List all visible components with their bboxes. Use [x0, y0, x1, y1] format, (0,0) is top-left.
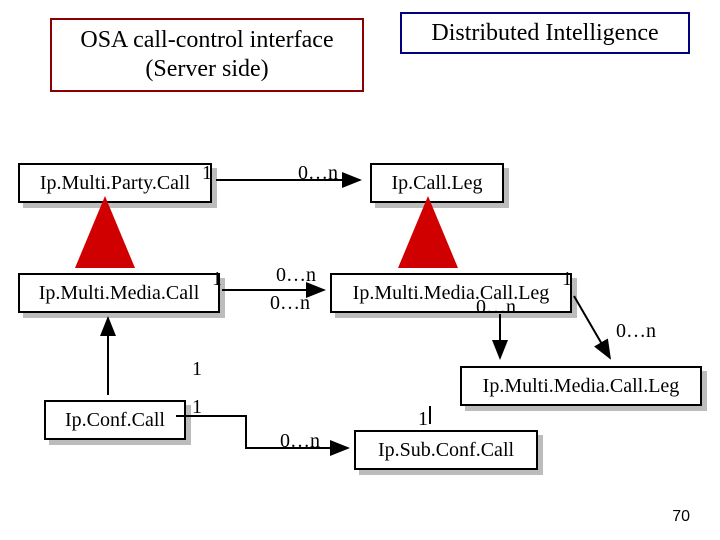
mult-mmc-one: 1: [212, 268, 222, 291]
mult-mmcl-one: 1: [562, 268, 572, 291]
mult-conf-up-one: 1: [192, 358, 202, 381]
mult-mmcl2-zn: 0…n: [616, 320, 656, 343]
class-ip-multimedia-call-leg: Ip.Multi.Media.Call.Leg: [330, 273, 572, 313]
mult-mmcl-down-zn: 0…n: [476, 296, 516, 319]
mult-mmcl-zn-bot: 0…n: [270, 292, 310, 315]
class-ip-multimedia-call: Ip.Multi.Media.Call: [18, 273, 220, 313]
class-ip-multiparty-call: Ip.Multi.Party.Call: [18, 163, 212, 203]
title-left-line2: (Server side): [145, 55, 268, 84]
mult-mpc-one: 1: [202, 162, 212, 185]
class-ip-call-leg: Ip.Call.Leg: [370, 163, 504, 203]
mult-mmcl-zn-top: 0…n: [276, 264, 316, 287]
mult-subconf-one: 1: [418, 408, 428, 431]
class-ip-conf-call: Ip.Conf.Call: [44, 400, 186, 440]
mult-calleg-zn: 0…n: [298, 162, 338, 185]
class-ip-multimedia-call-leg-2: Ip.Multi.Media.Call.Leg: [460, 366, 702, 406]
title-left: OSA call-control interface (Server side): [50, 18, 364, 92]
page-number: 70: [672, 508, 690, 526]
arrow-mmcl-diag: [574, 296, 610, 358]
arrow-conf-subconf: [176, 416, 348, 448]
title-left-line1: OSA call-control interface: [80, 26, 333, 55]
mult-conf-right-one: 1: [192, 396, 202, 419]
title-right: Distributed Intelligence: [400, 12, 690, 54]
class-ip-sub-conf-call: Ip.Sub.Conf.Call: [354, 430, 538, 470]
mult-subconf-zn: 0…n: [280, 430, 320, 453]
